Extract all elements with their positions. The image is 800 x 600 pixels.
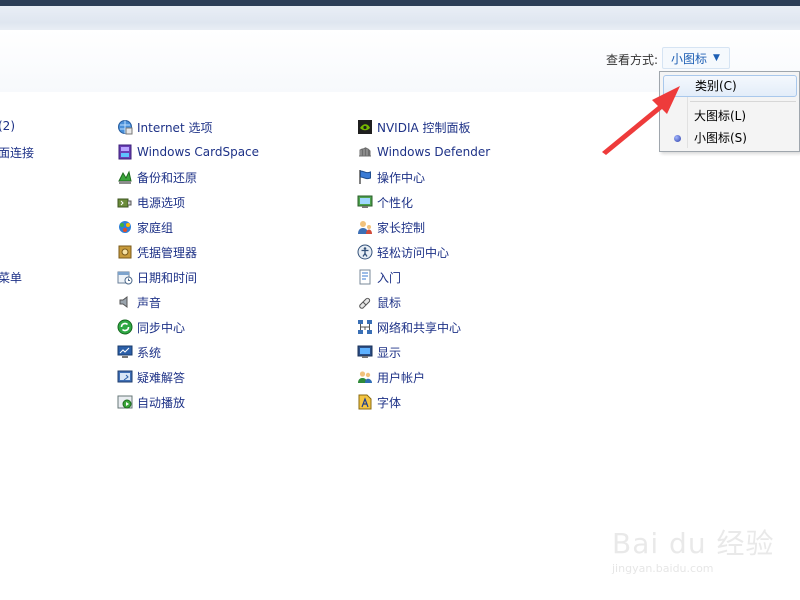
fonts-icon bbox=[357, 394, 373, 410]
cp-item-label: 备份和还原 bbox=[137, 170, 198, 185]
cp-item-label: 家长控制 bbox=[377, 220, 426, 235]
parental-controls-icon bbox=[357, 219, 373, 235]
cp-item-action-center[interactable]: 操作中心 bbox=[357, 168, 425, 186]
cp-item-label: 轻松访问中心 bbox=[377, 245, 450, 260]
cp-item-label: 显示 bbox=[377, 345, 402, 360]
autoplay-icon bbox=[117, 394, 133, 410]
view-by-selected: 小图标 bbox=[671, 51, 708, 66]
mouse-icon bbox=[357, 294, 373, 310]
cp-item-homegroup[interactable]: 家庭组 bbox=[117, 218, 173, 236]
cp-item-label: Internet 选项 bbox=[137, 120, 213, 135]
action-center-icon bbox=[357, 169, 373, 185]
cp-item-network-sharing[interactable]: 网络和共享中心 bbox=[357, 318, 461, 336]
defender-icon bbox=[357, 144, 373, 160]
network-sharing-icon bbox=[357, 319, 373, 335]
cp-item-label: 电源选项 bbox=[137, 195, 186, 210]
nvidia-icon bbox=[357, 119, 373, 135]
sync-center-icon bbox=[117, 319, 133, 335]
date-time-icon bbox=[117, 269, 133, 285]
cp-item-label: 网络和共享中心 bbox=[377, 320, 462, 335]
cp-item-label: 用户帐户 bbox=[377, 370, 426, 385]
view-by-dropdown[interactable]: 小图标 ▼ bbox=[662, 47, 730, 69]
watermark-brand: Bai du 经验 bbox=[612, 527, 775, 560]
cp-item-fonts[interactable]: 字体 bbox=[357, 393, 401, 411]
cp-item-system[interactable]: 系统 bbox=[117, 343, 161, 361]
partial-item-1[interactable]: (2) bbox=[0, 119, 15, 133]
cp-item-label: 凭据管理器 bbox=[137, 245, 198, 260]
cp-item-ease-of-access[interactable]: 轻松访问中心 bbox=[357, 243, 449, 261]
cp-item-label: 日期和时间 bbox=[137, 270, 198, 285]
cp-item-mouse[interactable]: 鼠标 bbox=[357, 293, 401, 311]
baidu-watermark: Bai du 经验 jingyan.baidu.com bbox=[612, 514, 782, 584]
chevron-down-icon: ▼ bbox=[713, 53, 720, 63]
getting-started-icon bbox=[357, 269, 373, 285]
cp-item-label: 疑难解答 bbox=[137, 370, 186, 385]
cp-item-windows-cardspace[interactable]: Windows CardSpace bbox=[117, 143, 259, 161]
cp-item-troubleshooting[interactable]: 疑难解答 bbox=[117, 368, 185, 386]
window-title-bar bbox=[0, 0, 800, 34]
cp-item-label: Windows CardSpace bbox=[137, 145, 260, 159]
view-by-label: 查看方式: bbox=[606, 53, 659, 67]
cp-item-personalization[interactable]: 个性化 bbox=[357, 193, 413, 211]
power-options-icon bbox=[117, 194, 133, 210]
cp-item-label: 字体 bbox=[377, 395, 402, 410]
menu-item-label: 小图标(S) bbox=[694, 131, 747, 145]
menu-item-label: 类别(C) bbox=[695, 79, 737, 93]
internet-options-icon bbox=[117, 119, 133, 135]
cp-item-autoplay[interactable]: 自动播放 bbox=[117, 393, 185, 411]
cp-item-credential-manager[interactable]: 凭据管理器 bbox=[117, 243, 197, 261]
cp-item-label: 声音 bbox=[137, 295, 162, 310]
cp-item-power-options[interactable]: 电源选项 bbox=[117, 193, 185, 211]
troubleshooting-icon bbox=[117, 369, 133, 385]
cp-item-internet-options[interactable]: Internet 选项 bbox=[117, 118, 212, 136]
sound-icon bbox=[117, 294, 133, 310]
backup-restore-icon bbox=[117, 169, 133, 185]
cp-item-nvidia[interactable]: NVIDIA 控制面板 bbox=[357, 118, 471, 136]
cp-item-label: 鼠标 bbox=[377, 295, 402, 310]
cp-item-backup-restore[interactable]: 备份和还原 bbox=[117, 168, 197, 186]
partial-item-3[interactable]: 菜单 bbox=[0, 269, 22, 286]
cp-item-sync-center[interactable]: 同步中心 bbox=[117, 318, 185, 336]
annotation-arrow-icon bbox=[602, 86, 680, 155]
cp-item-windows-defender[interactable]: Windows Defender bbox=[357, 143, 490, 161]
cp-item-label: 同步中心 bbox=[137, 320, 186, 335]
watermark-url: jingyan.baidu.com bbox=[612, 562, 714, 575]
cp-item-display[interactable]: 显示 bbox=[357, 343, 401, 361]
personalization-icon bbox=[357, 194, 373, 210]
credential-manager-icon bbox=[117, 244, 133, 260]
cp-item-label: 操作中心 bbox=[377, 170, 426, 185]
cp-item-label: NVIDIA 控制面板 bbox=[377, 120, 471, 135]
cp-item-label: Windows Defender bbox=[377, 145, 491, 159]
display-icon bbox=[357, 344, 373, 360]
cardspace-icon bbox=[117, 144, 133, 160]
cp-item-label: 个性化 bbox=[377, 195, 414, 210]
partial-item-2[interactable]: 面连接 bbox=[0, 144, 34, 161]
cp-item-label: 自动播放 bbox=[137, 395, 186, 410]
menu-item-label: 大图标(L) bbox=[694, 109, 747, 123]
cp-item-date-time[interactable]: 日期和时间 bbox=[117, 268, 197, 286]
cp-item-user-accounts[interactable]: 用户帐户 bbox=[357, 368, 425, 386]
menu-separator bbox=[690, 101, 796, 102]
cp-item-parental-controls[interactable]: 家长控制 bbox=[357, 218, 425, 236]
homegroup-icon bbox=[117, 219, 133, 235]
cp-item-label: 入门 bbox=[377, 270, 402, 285]
ease-of-access-icon bbox=[357, 244, 373, 260]
cp-item-label: 家庭组 bbox=[137, 220, 174, 235]
system-icon bbox=[117, 344, 133, 360]
cp-item-sound[interactable]: 声音 bbox=[117, 293, 161, 311]
cp-item-getting-started[interactable]: 入门 bbox=[357, 268, 401, 286]
user-accounts-icon bbox=[357, 369, 373, 385]
cp-item-label: 系统 bbox=[137, 345, 162, 360]
